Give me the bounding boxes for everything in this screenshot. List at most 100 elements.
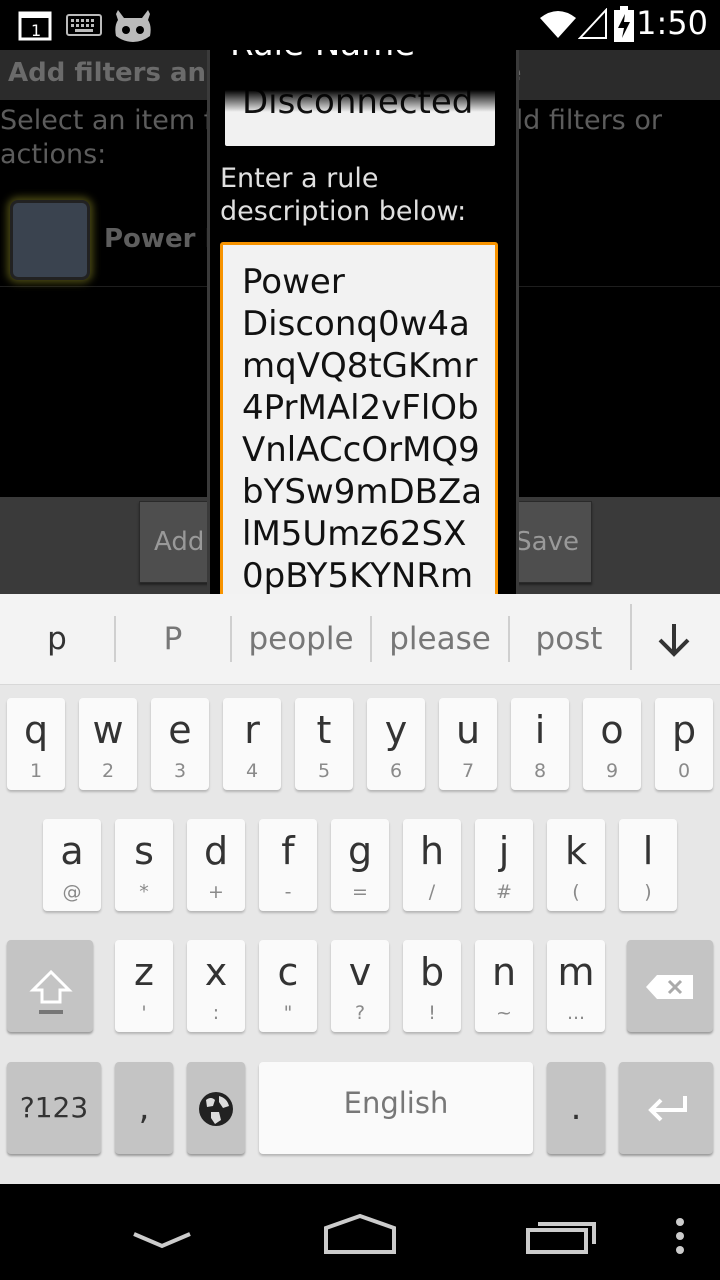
key-secondary: ' — [141, 1002, 147, 1024]
suggestion-item[interactable]: P — [116, 594, 230, 684]
symbols-key[interactable]: ?123 — [7, 1062, 101, 1154]
key-w[interactable]: w2 — [79, 698, 137, 790]
key-o[interactable]: o9 — [583, 698, 641, 790]
key-secondary: ) — [644, 881, 652, 903]
key-letter: a — [60, 829, 84, 873]
key-d[interactable]: d + — [187, 819, 245, 911]
key-secondary: 3 — [173, 760, 187, 782]
key-k[interactable]: k( — [547, 819, 605, 911]
key-f[interactable]: f- — [259, 819, 317, 911]
menu-icon[interactable] — [672, 1214, 688, 1258]
suggestion-item[interactable]: p — [0, 594, 114, 684]
key-secondary: : — [212, 1002, 220, 1024]
description-text: Power Disconq0w4a mqVQ8tGKmr 4PrMAl2vFlOb Vn… — [242, 261, 492, 597]
space-key[interactable]: English — [259, 1062, 533, 1154]
fade-overlay — [225, 90, 495, 112]
wifi-icon — [540, 11, 576, 38]
key-secondary: 6 — [389, 760, 403, 782]
key-secondary: 4 — [245, 760, 259, 782]
recents-icon[interactable] — [524, 1216, 600, 1256]
description-line: VnlACcOrMQ9 — [242, 430, 480, 470]
key-letter: c — [277, 950, 299, 994]
description-line: 4PrMAl2vFlOb — [242, 388, 479, 428]
instructions-line-1-end: dd filters or — [506, 105, 662, 136]
status-time: 1:50 — [636, 4, 708, 42]
language-key[interactable] — [187, 1062, 245, 1154]
key-g[interactable]: g = — [331, 819, 389, 911]
suggestion-divider — [630, 604, 632, 670]
key-p[interactable]: p0 — [655, 698, 713, 790]
key-y[interactable]: y6 — [367, 698, 425, 790]
key-r[interactable]: r4 — [223, 698, 281, 790]
key-secondary: @ — [62, 881, 82, 903]
shift-key[interactable] — [7, 940, 93, 1032]
key-secondary: / — [428, 881, 436, 903]
key-a[interactable]: a @ — [43, 819, 101, 911]
key-letter: u — [455, 708, 481, 752]
backspace-icon — [646, 975, 693, 999]
key-letter: y — [384, 708, 408, 752]
key-c[interactable]: c " — [259, 940, 317, 1032]
enter-key[interactable] — [619, 1062, 713, 1154]
shift-icon — [29, 969, 73, 1014]
key-z[interactable]: z ' — [115, 940, 173, 1032]
arrow-down-icon[interactable] — [654, 620, 694, 660]
key-secondary: 1 — [29, 760, 43, 782]
key-letter: z — [134, 950, 154, 994]
key-b[interactable]: b! — [403, 940, 461, 1032]
key-letter: l — [642, 829, 654, 873]
key-secondary: ! — [428, 1002, 436, 1024]
back-icon[interactable] — [130, 1226, 194, 1252]
instructions-line-1-start: Select an item fro — [0, 105, 241, 136]
key-j[interactable]: j # — [475, 819, 533, 911]
suggestion-item[interactable]: people — [232, 594, 370, 684]
description-line: lM5Umz62SX — [242, 514, 467, 554]
key-letter: p — [671, 708, 697, 752]
key-letter: b — [419, 950, 445, 994]
key-letter: g — [347, 829, 373, 873]
key-letter: n — [491, 950, 517, 994]
key-secondary: ? — [354, 1002, 366, 1024]
key-q[interactable]: q1 — [7, 698, 65, 790]
instructions-line-2: actions: — [0, 139, 107, 170]
key-secondary: # — [496, 881, 512, 903]
key-secondary: - — [284, 881, 292, 903]
power-filter-icon — [10, 200, 90, 280]
key-s[interactable]: s * — [115, 819, 173, 911]
key-letter: w — [92, 708, 124, 752]
delete-key[interactable] — [627, 940, 713, 1032]
key-secondary: " — [283, 1002, 293, 1024]
key-x[interactable]: x: — [187, 940, 245, 1032]
description-line: Power — [242, 262, 345, 302]
key-n[interactable]: n ~ — [475, 940, 533, 1032]
key-letter: i — [534, 708, 546, 752]
description-input[interactable]: Power Disconq0w4a mqVQ8tGKmr 4PrMAl2vFlOb Vn… — [220, 242, 498, 608]
key-v[interactable]: v? — [331, 940, 389, 1032]
key-secondary: 7 — [461, 760, 475, 782]
key-letter: m — [557, 950, 595, 994]
key-e[interactable]: e3 — [151, 698, 209, 790]
key-letter: k — [564, 829, 587, 873]
key-l[interactable]: l) — [619, 819, 677, 911]
description-line: bYSw9mDBZa — [242, 472, 483, 512]
home-icon[interactable] — [320, 1212, 400, 1256]
key-letter: j — [498, 829, 510, 873]
period-key[interactable]: . — [547, 1062, 605, 1154]
suggestion-item[interactable]: post — [510, 594, 628, 684]
key-i[interactable]: i8 — [511, 698, 569, 790]
status-bar: 1 1:50 — [0, 0, 720, 50]
enter-icon — [648, 1096, 687, 1122]
key-t[interactable]: t5 — [295, 698, 353, 790]
key-secondary: 8 — [533, 760, 547, 782]
cell-signal-icon — [578, 8, 607, 39]
key-u[interactable]: u7 — [439, 698, 497, 790]
description-label: Enter a rule description below: — [220, 163, 467, 227]
comma-key[interactable]: , — [115, 1062, 173, 1154]
key-h[interactable]: h / — [403, 819, 461, 911]
key-m[interactable]: m... — [547, 940, 605, 1032]
suggestion-item[interactable]: please — [372, 594, 508, 684]
description-line: 0pBY5KYNRm — [242, 556, 474, 596]
key-secondary: ( — [572, 881, 580, 903]
key-letter: r — [244, 708, 260, 752]
cyanogenmod-icon — [115, 10, 151, 42]
